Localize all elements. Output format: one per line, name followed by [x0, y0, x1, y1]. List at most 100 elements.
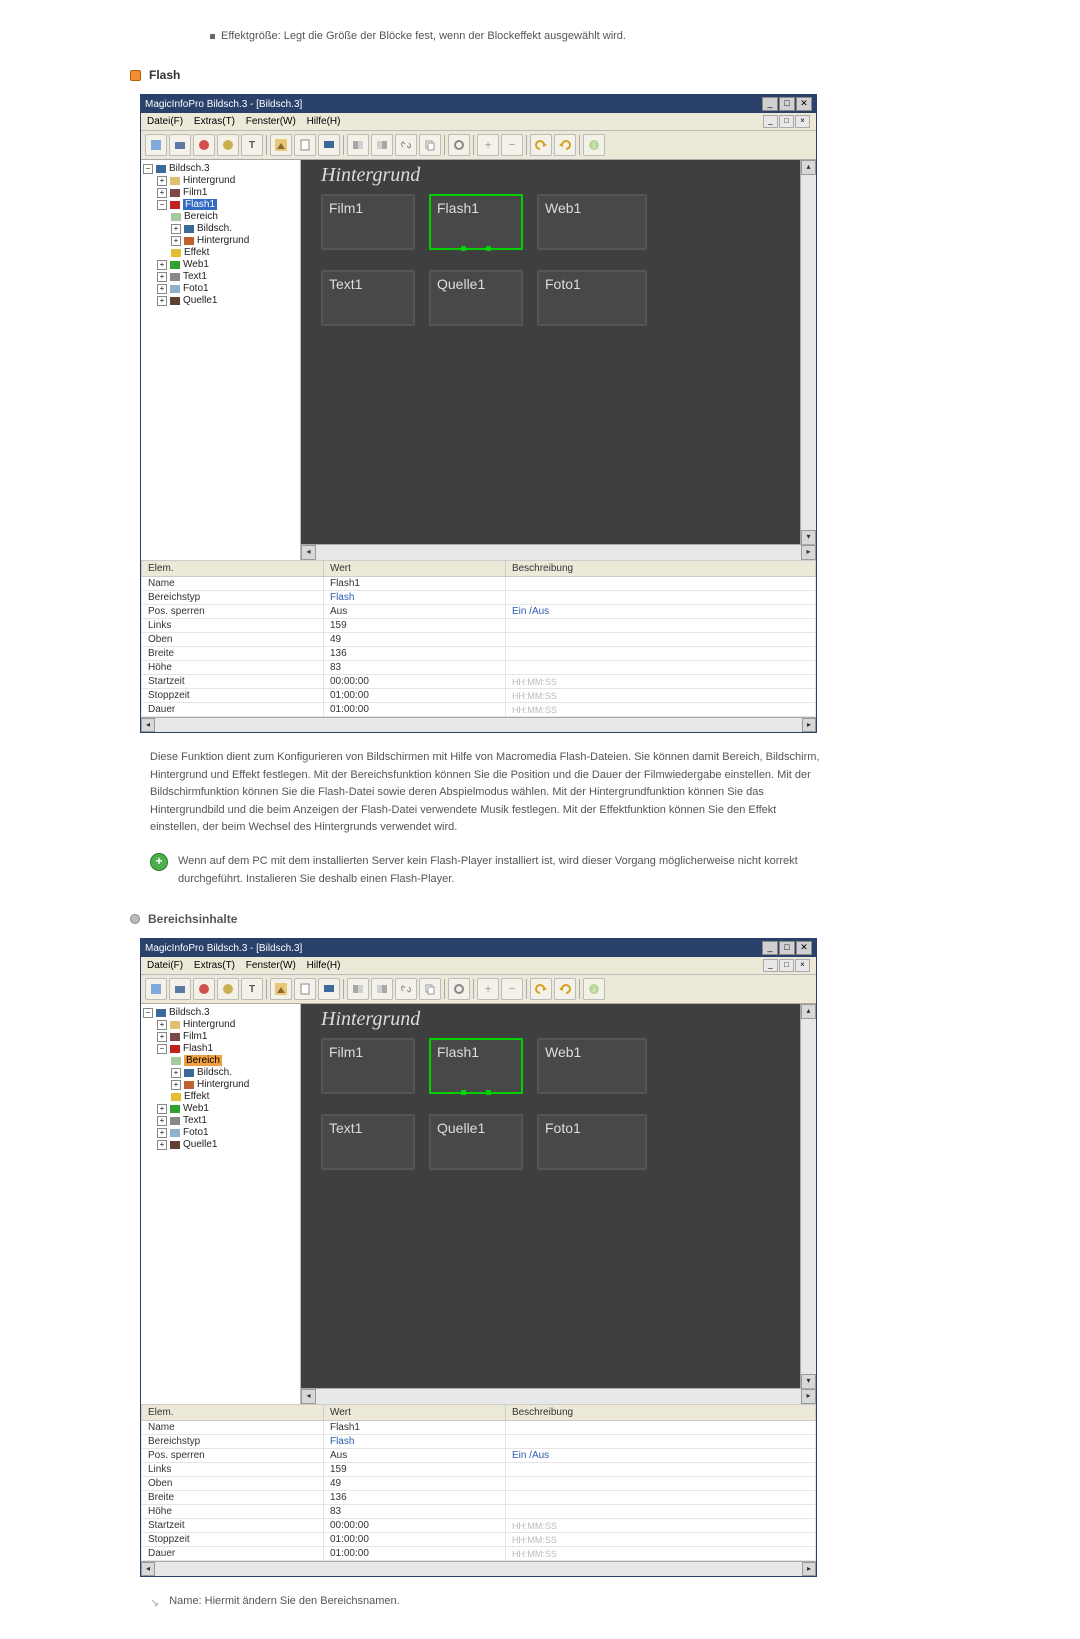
col-beschreibung[interactable]: Beschreibung — [505, 1405, 815, 1421]
col-beschreibung[interactable]: Beschreibung — [505, 561, 815, 577]
tool-undo-icon[interactable] — [530, 978, 552, 1000]
scroll-left-icon[interactable]: ◂ — [301, 1389, 316, 1404]
mdi-max-button[interactable]: □ — [779, 959, 794, 972]
tool-monitor-icon[interactable] — [318, 978, 340, 1000]
scroll-right-icon[interactable]: ▸ — [801, 1389, 816, 1404]
prop-wert[interactable]: 83 — [323, 1505, 505, 1519]
mdi-close-button[interactable]: × — [795, 115, 810, 128]
horizontal-scrollbar[interactable]: ◂ ▸ — [301, 1388, 816, 1404]
table-row[interactable]: Dauer01:00:00HH:MM:SS — [142, 1547, 816, 1561]
tool-page-icon[interactable] — [294, 134, 316, 156]
tool-link-icon[interactable] — [395, 134, 417, 156]
tree-bildsch[interactable]: Bildsch. — [197, 223, 232, 234]
tree-bildsch[interactable]: Bildsch. — [197, 1067, 232, 1078]
block-web1[interactable]: Web1 — [537, 1038, 647, 1094]
canvas[interactable]: Hintergrund Film1 Flash1 Web1 Text1 Quel… — [301, 160, 816, 560]
prop-wert[interactable]: 01:00:00 — [323, 1533, 505, 1547]
block-flash1[interactable]: Flash1 — [429, 194, 523, 250]
tool-new-icon[interactable] — [145, 134, 167, 156]
tool-zoomin-icon[interactable]: + — [477, 134, 499, 156]
tree-quelle1[interactable]: Quelle1 — [183, 295, 217, 306]
prop-wert[interactable]: 49 — [323, 633, 505, 647]
table-row[interactable]: Oben49 — [142, 633, 816, 647]
maximize-button[interactable]: □ — [779, 97, 795, 111]
tool-groupleft-icon[interactable] — [347, 978, 369, 1000]
tree-hintergrund2[interactable]: Hintergrund — [197, 1079, 249, 1090]
tool-open-icon[interactable] — [169, 134, 191, 156]
block-text1[interactable]: Text1 — [321, 1114, 415, 1170]
block-film1[interactable]: Film1 — [321, 1038, 415, 1094]
minimize-button[interactable]: _ — [762, 97, 778, 111]
maximize-button[interactable]: □ — [779, 941, 795, 955]
menu-datei[interactable]: Datei(F) — [147, 116, 183, 127]
tool-monitor-icon[interactable] — [318, 134, 340, 156]
minimize-button[interactable]: _ — [762, 941, 778, 955]
menu-hilfe[interactable]: Hilfe(H) — [307, 960, 341, 971]
table-row[interactable]: Stoppzeit01:00:00HH:MM:SS — [142, 1533, 816, 1547]
mdi-min-button[interactable]: _ — [763, 959, 778, 972]
tool-save-icon[interactable] — [193, 978, 215, 1000]
prop-wert[interactable]: 49 — [323, 1477, 505, 1491]
properties-scrollbar[interactable]: ◂ ▸ — [141, 1561, 816, 1576]
tree-hintergrund[interactable]: Hintergrund — [183, 175, 235, 186]
prop-wert[interactable]: 159 — [323, 1463, 505, 1477]
block-film1[interactable]: Film1 — [321, 194, 415, 250]
tool-gear-icon[interactable] — [217, 978, 239, 1000]
prop-wert[interactable]: 136 — [323, 647, 505, 661]
table-row[interactable]: Pos. sperrenAusEin /Aus — [142, 605, 816, 619]
prop-wert[interactable]: 01:00:00 — [323, 689, 505, 703]
tool-redo-icon[interactable] — [554, 134, 576, 156]
scroll-up-icon[interactable]: ▴ — [801, 160, 816, 175]
tree-effekt[interactable]: Effekt — [184, 247, 209, 258]
prop-wert[interactable]: 136 — [323, 1491, 505, 1505]
scroll-left-icon[interactable]: ◂ — [141, 1562, 155, 1576]
mdi-close-button[interactable]: × — [795, 959, 810, 972]
scroll-right-icon[interactable]: ▸ — [801, 545, 816, 560]
table-row[interactable]: NameFlash1 — [142, 577, 816, 591]
close-button[interactable]: ✕ — [796, 941, 812, 955]
tool-zoomout-icon[interactable]: − — [501, 134, 523, 156]
scroll-up-icon[interactable]: ▴ — [801, 1004, 816, 1019]
tool-info-icon[interactable]: i — [583, 134, 605, 156]
tool-image-icon[interactable] — [270, 134, 292, 156]
tool-save-icon[interactable] — [193, 134, 215, 156]
table-row[interactable]: Startzeit00:00:00HH:MM:SS — [142, 675, 816, 689]
scroll-left-icon[interactable]: ◂ — [301, 545, 316, 560]
tree-film1[interactable]: Film1 — [183, 1031, 207, 1042]
tool-gear2-icon[interactable] — [448, 134, 470, 156]
prop-wert[interactable]: Aus — [323, 1449, 505, 1463]
tree-hintergrund2[interactable]: Hintergrund — [197, 235, 249, 246]
menu-fenster[interactable]: Fenster(W) — [246, 116, 296, 127]
block-foto1[interactable]: Foto1 — [537, 270, 647, 326]
tree-flash1[interactable]: Flash1 — [183, 199, 217, 210]
tool-text-icon[interactable]: T — [241, 134, 263, 156]
tool-groupleft-icon[interactable] — [347, 134, 369, 156]
mdi-min-button[interactable]: _ — [763, 115, 778, 128]
tree-hintergrund[interactable]: Hintergrund — [183, 1019, 235, 1030]
col-elem[interactable]: Elem. — [142, 1405, 324, 1421]
block-quelle1[interactable]: Quelle1 — [429, 1114, 523, 1170]
tree-bereich[interactable]: Bereich — [184, 1055, 222, 1066]
tree-film1[interactable]: Film1 — [183, 187, 207, 198]
tool-open-icon[interactable] — [169, 978, 191, 1000]
tree-flash1[interactable]: Flash1 — [183, 1043, 213, 1054]
tree-web1[interactable]: Web1 — [183, 1103, 209, 1114]
table-row[interactable]: Breite136 — [142, 647, 816, 661]
tool-undo-icon[interactable] — [530, 134, 552, 156]
block-foto1[interactable]: Foto1 — [537, 1114, 647, 1170]
tool-copy-icon[interactable] — [419, 134, 441, 156]
table-row[interactable]: Startzeit00:00:00HH:MM:SS — [142, 1519, 816, 1533]
tree-quelle1[interactable]: Quelle1 — [183, 1139, 217, 1150]
menu-datei[interactable]: Datei(F) — [147, 960, 183, 971]
scroll-right-icon[interactable]: ▸ — [802, 1562, 816, 1576]
table-row[interactable]: NameFlash1 — [142, 1421, 816, 1435]
tree-foto1[interactable]: Foto1 — [183, 1127, 209, 1138]
tree-foto1[interactable]: Foto1 — [183, 283, 209, 294]
tool-copy-icon[interactable] — [419, 978, 441, 1000]
menu-fenster[interactable]: Fenster(W) — [246, 960, 296, 971]
tool-new-icon[interactable] — [145, 978, 167, 1000]
table-row[interactable]: Höhe83 — [142, 661, 816, 675]
tree-bereich[interactable]: Bereich — [184, 211, 218, 222]
prop-wert[interactable]: Flash — [323, 591, 505, 605]
tool-groupright-icon[interactable] — [371, 978, 393, 1000]
